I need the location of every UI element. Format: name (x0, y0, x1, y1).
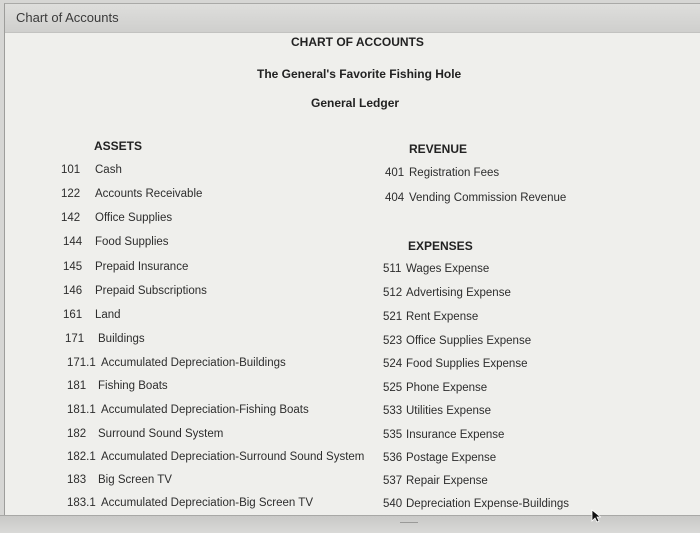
account-row: 525 Phone Expense (383, 382, 487, 394)
window-titlebar: Chart of Accounts (5, 4, 700, 33)
account-row: 401 Registration Fees (385, 167, 499, 179)
account-number: 512 (383, 287, 403, 299)
account-row: 535 Insurance Expense (383, 429, 504, 441)
account-row: 533 Utilities Expense (383, 405, 491, 417)
expenses-heading: EXPENSES (408, 239, 473, 253)
account-row: 181.1 Accumulated Depreciation-Fishing Bo… (67, 404, 309, 416)
account-name: Vending Commission Revenue (409, 192, 567, 204)
account-row: 537 Repair Expense (383, 475, 488, 487)
account-number: 537 (383, 475, 403, 487)
account-name: Cash (95, 164, 122, 176)
ledger-content: CHART OF ACCOUNTS The General's Favorite… (5, 33, 700, 519)
account-name: Food Supplies Expense (406, 358, 528, 370)
account-number: 182.1 (67, 451, 96, 463)
account-number: 401 (385, 167, 405, 179)
account-name: Depreciation Expense-Buildings (406, 498, 570, 510)
account-number: 533 (383, 405, 403, 417)
account-number: 101 (61, 164, 81, 176)
account-row: 146 Prepaid Subscriptions (63, 285, 207, 297)
account-name: Prepaid Insurance (95, 261, 189, 273)
account-name: Repair Expense (406, 475, 488, 487)
account-row: 145 Prepaid Insurance (63, 261, 188, 273)
account-row: 182 Surround Sound System (67, 428, 223, 440)
account-row: 183.1 Accumulated Depreciation-Big Screen… (67, 497, 313, 509)
account-name: Fishing Boats (98, 380, 168, 392)
account-row: 144 Food Supplies (63, 236, 169, 248)
account-number: 535 (383, 429, 403, 441)
account-row: 524 Food Supplies Expense (383, 358, 527, 370)
account-row: 521 Rent Expense (383, 311, 478, 323)
account-number: 181 (67, 380, 87, 392)
account-name: Big Screen TV (98, 474, 172, 486)
account-name: Office Supplies (95, 212, 173, 224)
revenue-heading: REVENUE (409, 142, 468, 156)
account-name: Rent Expense (406, 311, 479, 323)
account-number: 161 (63, 309, 83, 321)
account-row: 171.1 Accumulated Depreciation-Buildings (67, 357, 286, 369)
account-number: 171 (65, 333, 85, 345)
account-number: 181.1 (67, 404, 96, 416)
account-number: 183.1 (67, 497, 96, 509)
page-title: CHART OF ACCOUNTS (291, 35, 424, 49)
account-row: 142 Office Supplies (61, 212, 172, 224)
account-name: Postage Expense (406, 452, 497, 464)
account-row: 161 Land (63, 309, 121, 321)
account-number: 521 (383, 311, 403, 323)
account-number: 524 (383, 358, 403, 370)
account-number: 183 (67, 474, 87, 486)
account-number: 142 (61, 212, 81, 224)
account-name: Wages Expense (406, 263, 490, 275)
account-row: 171 Buildings (65, 333, 145, 345)
account-name: Buildings (98, 333, 145, 345)
chart-of-accounts-window: Chart of Accounts CHART OF ACCOUNTS The … (4, 3, 700, 528)
assets-heading: ASSETS (94, 139, 143, 153)
account-number: 146 (63, 285, 83, 297)
ledger-name: General Ledger (311, 96, 400, 110)
window-title: Chart of Accounts (16, 10, 119, 25)
account-number: 536 (383, 452, 403, 464)
account-row: 523 Office Supplies Expense (383, 335, 531, 347)
account-name: Advertising Expense (406, 287, 511, 299)
account-row: 512 Advertising Expense (383, 287, 511, 299)
account-name: Prepaid Subscriptions (95, 285, 207, 297)
account-name: Accumulated Depreciation-Buildings (101, 357, 286, 369)
account-row: 511 Wages Expense (383, 263, 489, 275)
account-name: Food Supplies (95, 236, 169, 248)
account-number: 182 (67, 428, 87, 440)
account-number: 525 (383, 382, 403, 394)
account-row: 536 Postage Expense (383, 452, 496, 464)
account-number: 523 (383, 335, 403, 347)
account-name: Accumulated Depreciation-Surround Sound … (101, 451, 365, 463)
mouse-pointer-icon (591, 509, 601, 523)
account-name: Utilities Expense (406, 405, 492, 417)
account-number: 122 (61, 188, 81, 200)
account-name: Accumulated Depreciation-Big Screen TV (101, 497, 314, 509)
account-number: 171.1 (67, 357, 96, 369)
account-row: 181 Fishing Boats (67, 380, 168, 392)
account-row: 404 Vending Commission Revenue (385, 192, 566, 204)
account-name: Office Supplies Expense (406, 335, 532, 347)
account-name: Insurance Expense (406, 429, 505, 441)
account-number: 404 (385, 192, 405, 204)
account-number: 145 (63, 261, 83, 273)
account-row: 122 Accounts Receivable (61, 188, 202, 200)
account-row: 540 Depreciation Expense-Buildings (383, 498, 569, 510)
account-name: Land (95, 309, 121, 321)
account-number: 511 (383, 263, 402, 275)
account-number: 540 (383, 498, 403, 510)
account-row: 182.1 Accumulated Depreciation-Surround S… (67, 451, 364, 463)
account-name: Registration Fees (409, 167, 500, 179)
account-row: 183 Big Screen TV (67, 474, 172, 486)
account-name: Surround Sound System (98, 428, 224, 440)
resize-grip[interactable] (400, 522, 418, 523)
account-name: Accounts Receivable (95, 188, 203, 200)
account-name: Accumulated Depreciation-Fishing Boats (101, 404, 309, 416)
account-number: 144 (63, 236, 83, 248)
company-name: The General's Favorite Fishing Hole (257, 67, 462, 81)
account-row: 101 Cash (61, 164, 122, 176)
account-name: Phone Expense (406, 382, 488, 394)
